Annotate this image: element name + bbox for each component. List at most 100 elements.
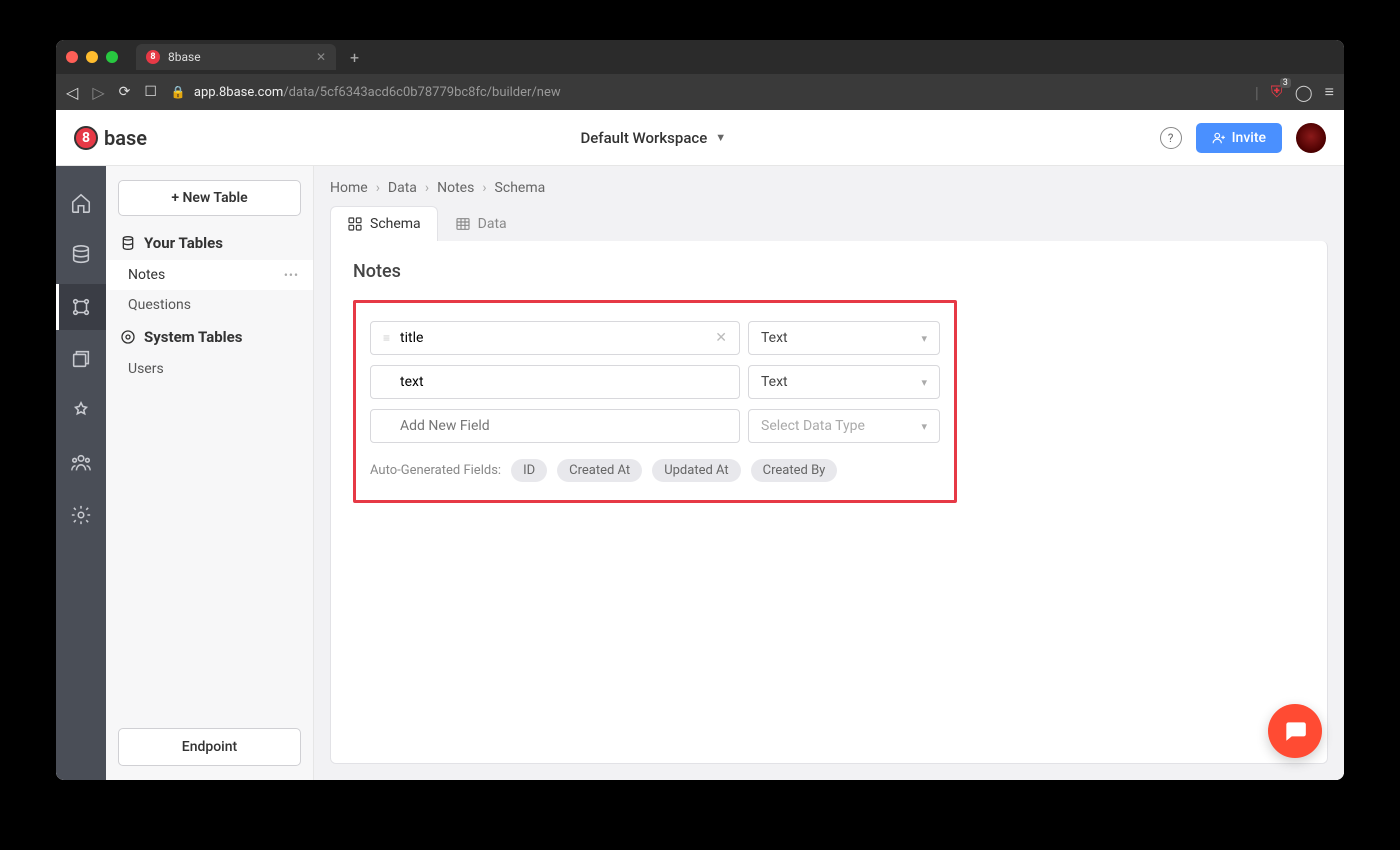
reload-icon[interactable]: ⟳ (119, 84, 131, 100)
invite-label: Invite (1232, 130, 1266, 146)
new-tab-button[interactable]: + (344, 48, 365, 67)
invite-button[interactable]: Invite (1196, 123, 1282, 153)
auto-field-chip[interactable]: ID (511, 459, 547, 482)
window-controls (66, 51, 118, 63)
minimize-window-button[interactable] (86, 51, 98, 63)
maximize-window-button[interactable] (106, 51, 118, 63)
auto-field-chip[interactable]: Updated At (652, 459, 740, 482)
workspace-selector[interactable]: Default Workspace ▼ (163, 129, 1144, 147)
drag-handle-icon[interactable]: ≡ (383, 331, 390, 345)
tab-favicon-icon: 8 (146, 50, 160, 64)
avatar[interactable] (1296, 123, 1326, 153)
browser-window: 8 8base ✕ + ◁ ▷ ⟳ ☐ 🔒 app.8base.com/data… (56, 40, 1344, 780)
home-icon (70, 192, 92, 214)
chat-widget-button[interactable] (1268, 704, 1322, 758)
bookmark-icon[interactable]: ☐ (144, 84, 157, 100)
shield-count: 3 (1280, 78, 1291, 88)
nav-files[interactable] (56, 336, 106, 382)
new-table-button[interactable]: + New Table (118, 180, 301, 216)
forward-icon[interactable]: ▷ (92, 83, 104, 102)
app-root: 8 base Default Workspace ▼ ? Invite (56, 110, 1344, 780)
table-item-users[interactable]: Users (106, 354, 313, 384)
auto-gen-label: Auto-Generated Fields: (370, 463, 501, 478)
back-icon[interactable]: ◁ (66, 83, 78, 102)
field-name-input-wrapper[interactable]: ≡ (370, 365, 740, 399)
browser-tab-strip: 8 8base ✕ + (56, 40, 1344, 74)
icon-rail (56, 166, 106, 780)
field-name-input-wrapper[interactable]: ≡ ✕ (370, 321, 740, 355)
chevron-down-icon: ▼ (715, 131, 726, 144)
your-tables-header: Your Tables (106, 226, 313, 260)
table-item-label: Questions (128, 297, 191, 313)
crumb-notes[interactable]: Notes (437, 180, 474, 196)
logo-badge-icon: 8 (74, 126, 98, 150)
help-button[interactable]: ? (1160, 127, 1182, 149)
address-bar[interactable]: 🔒 app.8base.com/data/5cf6343acd6c0b78779… (171, 85, 1241, 100)
bell-icon (70, 400, 92, 422)
side-panel: + New Table Your Tables Notes ••• Questi… (106, 166, 314, 780)
your-tables-title: Your Tables (144, 234, 223, 252)
new-field-input[interactable] (400, 418, 727, 434)
field-row: ≡ ✕ Text ▾ (370, 321, 940, 355)
card-title: Notes (353, 261, 1305, 282)
breadcrumb: Home › Data › Notes › Schema (314, 166, 1344, 206)
endpoint-button[interactable]: Endpoint (118, 728, 301, 766)
workspace-name: Default Workspace (580, 129, 707, 147)
table-item-label: Notes (128, 267, 165, 283)
nav-builder[interactable] (56, 284, 106, 330)
url-host: app.8base.com (194, 85, 283, 100)
more-icon[interactable]: ••• (284, 268, 299, 282)
crumb-home[interactable]: Home (330, 180, 368, 196)
tab-title: 8base (168, 50, 201, 64)
files-icon (70, 348, 92, 370)
field-type-value: Text (761, 374, 788, 390)
auto-generated-row: Auto-Generated Fields: ID Created At Upd… (370, 459, 940, 482)
database-icon (120, 235, 136, 251)
logo[interactable]: 8 base (74, 126, 147, 150)
tab-schema[interactable]: Schema (330, 206, 438, 241)
system-tables-header: System Tables (106, 320, 313, 354)
tab-data-label: Data (478, 216, 507, 232)
header-right: ? Invite (1160, 123, 1326, 153)
profile-icon[interactable]: ◯ (1295, 83, 1313, 102)
url-path: /data/5cf6343acd6c0b78779bc8fc/builder/n… (283, 85, 560, 100)
app-body: + New Table Your Tables Notes ••• Questi… (56, 166, 1344, 780)
field-name-input[interactable] (400, 374, 727, 390)
system-icon (120, 329, 136, 345)
new-field-input-wrapper[interactable]: ≡ (370, 409, 740, 443)
tab-schema-label: Schema (370, 216, 421, 232)
panel-footer: Endpoint (106, 714, 313, 780)
menu-icon[interactable]: ≡ (1325, 82, 1334, 102)
nav-settings[interactable] (56, 492, 106, 538)
field-name-input[interactable] (400, 330, 705, 346)
auto-field-chip[interactable]: Created At (557, 459, 642, 482)
schema-icon (347, 216, 363, 232)
nav-home[interactable] (56, 180, 106, 226)
field-type-select[interactable]: Text ▾ (748, 365, 940, 399)
fields-highlight-box: ≡ ✕ Text ▾ ≡ (353, 300, 957, 503)
table-item-questions[interactable]: Questions (106, 290, 313, 320)
close-window-button[interactable] (66, 51, 78, 63)
close-tab-icon[interactable]: ✕ (316, 50, 326, 64)
crumb-data[interactable]: Data (388, 180, 417, 196)
shield-badge[interactable]: ⛨ 3 (1271, 82, 1283, 102)
builder-icon (70, 296, 92, 318)
new-field-row: ≡ Select Data Type ▾ (370, 409, 940, 443)
app-header: 8 base Default Workspace ▼ ? Invite (56, 110, 1344, 166)
tabs-row: Schema Data (314, 206, 1344, 241)
chevron-down-icon: ▾ (921, 332, 927, 345)
database-icon (70, 244, 92, 266)
tab-data[interactable]: Data (438, 206, 524, 241)
chat-icon (1282, 718, 1308, 744)
nav-team[interactable] (56, 440, 106, 486)
table-item-notes[interactable]: Notes ••• (106, 260, 313, 290)
auto-field-chip[interactable]: Created By (751, 459, 838, 482)
lock-icon: 🔒 (171, 85, 186, 99)
nav-data[interactable] (56, 232, 106, 278)
clear-icon[interactable]: ✕ (715, 330, 727, 346)
nav-functions[interactable] (56, 388, 106, 434)
browser-tab[interactable]: 8 8base ✕ (136, 44, 336, 70)
new-field-type-select[interactable]: Select Data Type ▾ (748, 409, 940, 443)
crumb-schema: Schema (495, 180, 546, 196)
field-type-select[interactable]: Text ▾ (748, 321, 940, 355)
